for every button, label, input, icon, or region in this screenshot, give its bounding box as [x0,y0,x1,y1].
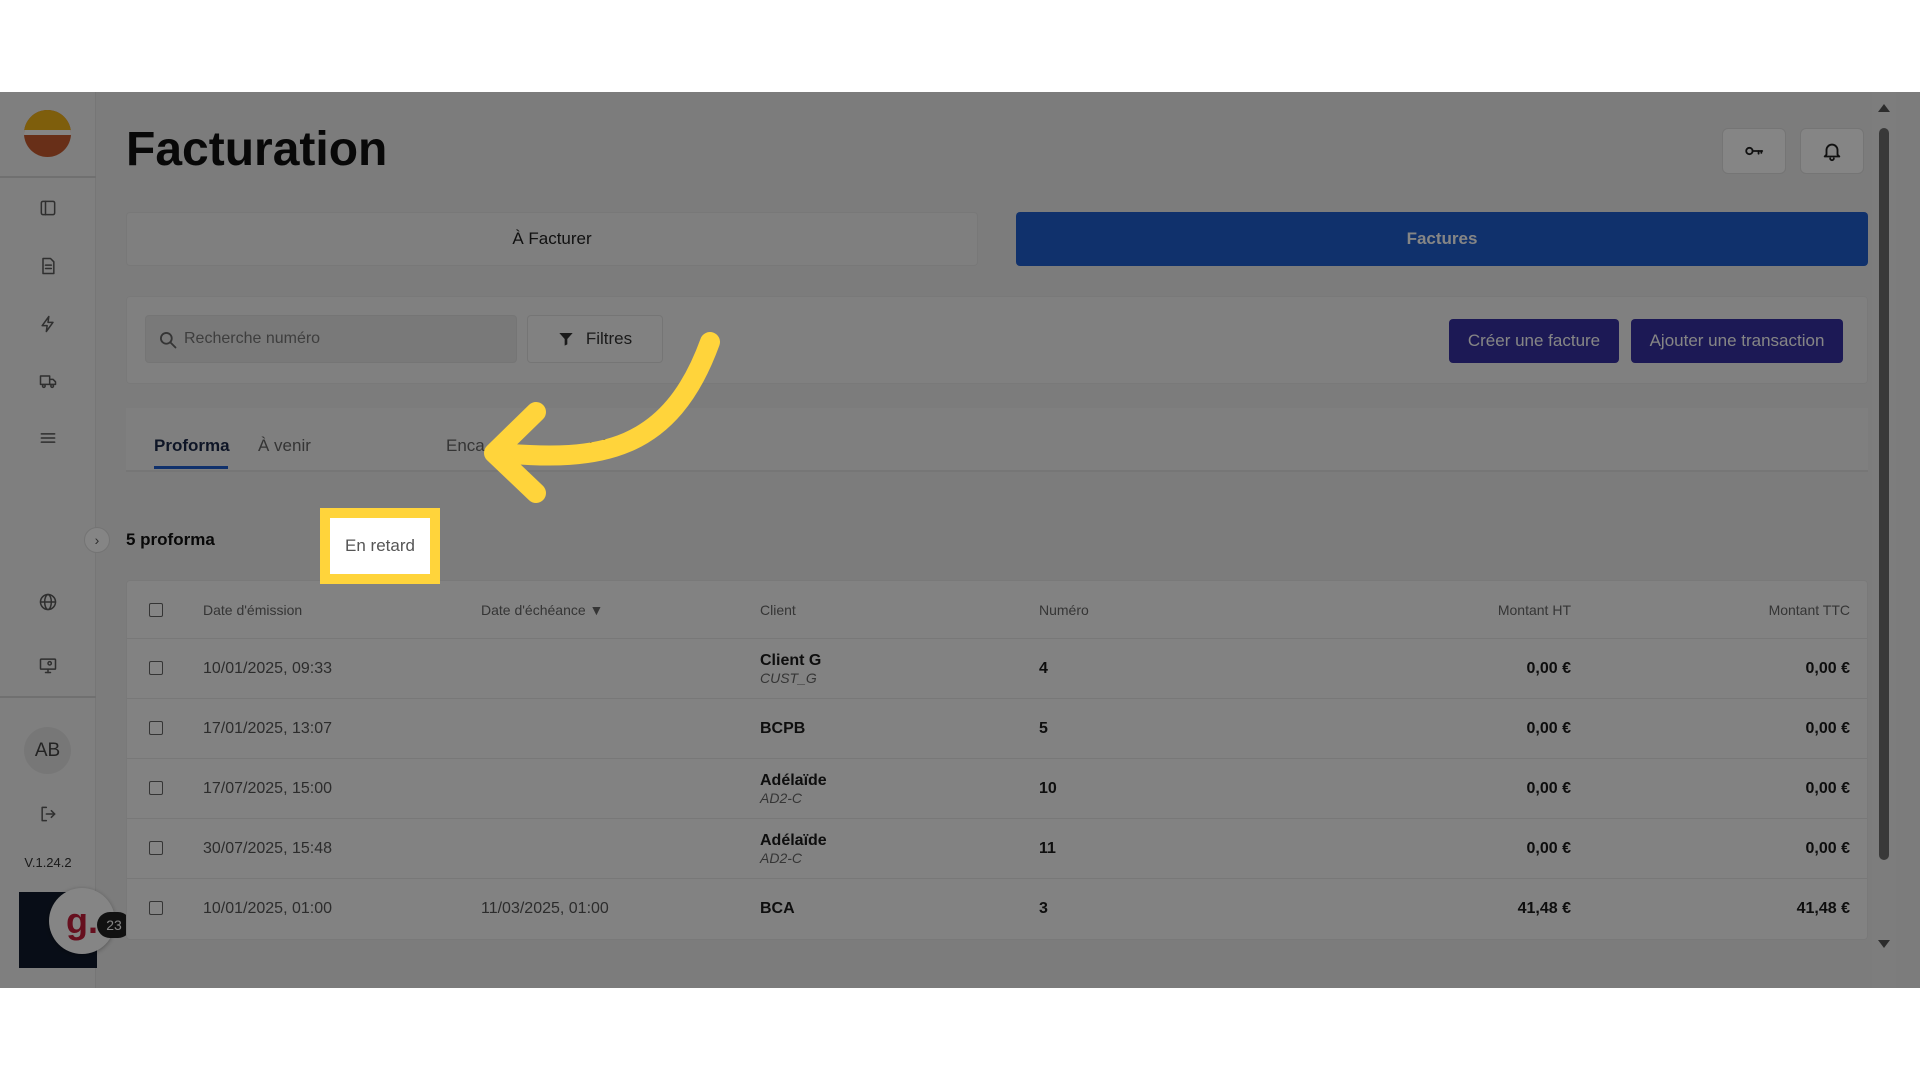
globe-icon[interactable] [36,590,60,614]
row-checkbox[interactable] [149,841,163,855]
search-input[interactable] [184,316,504,362]
search-box[interactable] [145,315,517,363]
search-icon [160,332,177,349]
proforma-table: Date d'émission Date d'échéance ▼ Client… [126,580,1868,940]
app-viewport: AB V.1.24.2 › g. 23 Facturation À Factur… [0,92,1920,988]
amount-ht: 0,00 € [1526,779,1571,797]
issue-date: 17/01/2025, 13:07 [203,719,333,737]
app-logo[interactable] [24,110,71,157]
table-row[interactable]: 17/07/2025, 15:00 Adélaïde AD2-C 10 0,00… [127,759,1867,819]
lightning-icon[interactable] [36,312,60,336]
issue-date: 10/01/2025, 09:33 [203,659,333,677]
client-name: BCPB [760,719,806,737]
tab-a-facturer[interactable]: À Facturer [126,212,978,266]
user-avatar[interactable]: AB [24,727,71,774]
row-checkbox[interactable] [149,901,163,915]
amount-ht: 41,48 € [1517,900,1571,917]
col-client[interactable]: Client [760,581,796,638]
client-cell: BCA [760,879,795,939]
toolbar: Filtres Créer une facture Ajouter une tr… [126,296,1868,384]
filters-button[interactable]: Filtres [527,315,663,363]
page-title: Facturation [126,123,388,176]
filters-label: Filtres [585,329,633,348]
chevron-right-icon: › [94,532,100,548]
amount-ht: 0,00 € [1526,719,1571,737]
client-name: Adélaïde [760,771,827,789]
filter-icon [559,333,573,346]
issue-date: 30/07/2025, 15:48 [203,839,333,857]
tab-proforma[interactable]: Proforma [154,436,230,456]
client-code: CUST_G [760,669,817,686]
key-icon [1745,146,1764,156]
col-amount-ht[interactable]: Montant HT [1498,581,1571,638]
tab-archivee[interactable]: vée [590,436,617,456]
vertical-scrollbar[interactable] [1872,92,1896,988]
active-tab-indicator [154,466,228,469]
amount-ht: 0,00 € [1526,839,1571,857]
tab-en-retard[interactable]: En retard [320,508,440,584]
amount-ht: 0,00 € [1526,659,1571,677]
issue-date: 10/01/2025, 01:00 [203,900,333,917]
invoice-number: 3 [1039,900,1048,917]
invoice-number: 11 [1039,839,1056,857]
amount-ttc: 0,00 € [1805,659,1850,677]
add-transaction-button[interactable]: Ajouter une transaction [1631,319,1843,363]
table-row[interactable]: 17/01/2025, 13:07 BCPB 5 0,00 € 0,00 € [127,699,1867,759]
status-tabs: Proforma À venir Enca vée [126,408,1868,472]
client-cell: Adélaïde AD2-C [760,759,827,818]
row-checkbox[interactable] [149,781,163,795]
client-code: AD2-C [760,789,803,806]
invoice-number: 5 [1039,719,1048,737]
document-icon[interactable] [36,254,60,278]
amount-ttc: 41,48 € [1796,900,1850,917]
notifications-button[interactable] [1800,128,1864,174]
table-row[interactable]: 10/01/2025, 01:00 11/03/2025, 01:00 BCA … [127,879,1867,939]
col-due-date[interactable]: Date d'échéance ▼ [481,581,603,638]
sidebar-collapse-button[interactable]: › [84,527,110,553]
scroll-down-icon[interactable] [1878,940,1890,948]
amount-ttc: 0,00 € [1805,779,1850,797]
truck-icon[interactable] [36,369,60,393]
due-date: 11/03/2025, 01:00 [481,900,609,917]
select-all-checkbox[interactable] [149,603,163,617]
tab-en-retard-label: En retard [345,536,415,555]
table-row[interactable]: 30/07/2025, 15:48 Adélaïde AD2-C 11 0,00… [127,819,1867,879]
client-code: AD2-C [760,849,803,866]
row-checkbox[interactable] [149,661,163,675]
client-name: BCA [760,900,795,917]
client-name: Adélaïde [760,831,827,849]
col-number[interactable]: Numéro [1039,581,1089,638]
tab-encaissees[interactable]: Enca [446,436,485,456]
invoice-number: 4 [1039,659,1048,677]
key-button[interactable] [1722,128,1786,174]
table-row[interactable]: 10/01/2025, 09:33 Client G CUST_G 4 0,00… [127,639,1867,699]
client-cell: Adélaïde AD2-C [760,819,827,878]
client-cell: Client G CUST_G [760,639,821,698]
tab-a-venir[interactable]: À venir [258,436,311,456]
list-icon[interactable] [36,426,60,450]
sidebar-divider [0,696,96,698]
col-issue-date[interactable]: Date d'émission [203,581,302,638]
scroll-up-icon[interactable] [1878,104,1890,112]
dashboard-icon[interactable] [36,196,60,220]
tab-factures[interactable]: Factures [1016,212,1868,266]
amount-ttc: 0,00 € [1805,839,1850,857]
logout-icon[interactable] [36,802,60,826]
row-checkbox[interactable] [149,721,163,735]
col-amount-ttc[interactable]: Montant TTC [1769,581,1850,638]
client-cell: BCPB [760,699,805,758]
scroll-thumb[interactable] [1879,128,1889,860]
monitor-user-icon[interactable] [36,653,60,677]
app-version: V.1.24.2 [24,855,72,870]
client-name: Client G [760,651,822,669]
sidebar: AB V.1.24.2 [0,92,96,988]
table-header: Date d'émission Date d'échéance ▼ Client… [127,581,1867,639]
create-invoice-button[interactable]: Créer une facture [1449,319,1619,363]
proforma-count: 5 proforma [126,530,215,549]
sidebar-divider [0,176,96,178]
bell-icon [1823,143,1841,162]
invoice-number: 10 [1039,779,1057,797]
amount-ttc: 0,00 € [1805,719,1850,737]
issue-date: 17/07/2025, 15:00 [203,779,333,797]
